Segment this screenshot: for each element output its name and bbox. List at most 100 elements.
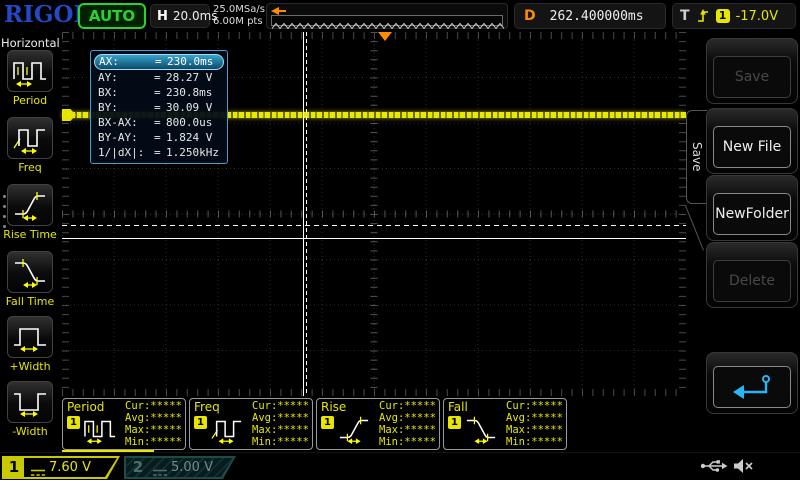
cursor-row-bx: BX: = 230.8ms bbox=[94, 85, 224, 100]
bottom-status-bar: 1 7.60 V 2 5.00 V bbox=[0, 452, 800, 480]
fall-icon bbox=[466, 416, 496, 445]
channel-scale-value: 7.60 V bbox=[49, 460, 91, 475]
memory-depth: 6.00M pts bbox=[213, 16, 263, 27]
acquisition-info: 25.0MSa/s 6.00M pts bbox=[213, 4, 265, 28]
measurement-stats: Cur:***** Avg:***** Max:***** Min:***** bbox=[252, 400, 309, 448]
sidebar-item-label: Freq bbox=[18, 161, 42, 174]
cursor-row-label: AX: bbox=[99, 55, 119, 68]
measurement-panel-freq[interactable]: Freq 1 Cur:***** Avg:***** Max:***** Min:****… bbox=[189, 398, 313, 450]
softkey-menu: Save Save New File NewFolder Delete bbox=[685, 32, 800, 452]
cursor-row-value: 1.824 V bbox=[166, 131, 213, 144]
cursor-row-label: BX-AX: bbox=[98, 116, 138, 129]
nwidth-icon bbox=[14, 393, 46, 417]
measurement-panel-rise[interactable]: Rise 1 Cur:***** Avg:***** Max:***** Min:****… bbox=[316, 398, 440, 450]
sidebar-item--width[interactable] bbox=[7, 316, 53, 358]
measurement-channel-badge: 1 bbox=[67, 416, 80, 429]
pwidth-icon bbox=[14, 328, 46, 352]
menu-tab-divider bbox=[685, 205, 704, 251]
cursor-row-value: 28.27 V bbox=[166, 71, 213, 84]
menu-tab-save: Save bbox=[686, 110, 707, 204]
measurement-panel-fall[interactable]: Fall 1 Cur:***** Avg:***** Max:***** Min:****… bbox=[443, 398, 567, 450]
cursor-row-bxax: BX-AX: = 800.0us bbox=[94, 115, 224, 130]
menu-button-save[interactable]: Save bbox=[713, 56, 791, 98]
cursor-row-label: BX: bbox=[98, 86, 118, 99]
sidebar-item-freq[interactable] bbox=[7, 117, 53, 159]
preview-waveform bbox=[271, 15, 505, 30]
cursor-row-value: 30.09 V bbox=[166, 101, 213, 114]
cursor-row-value: 1.250kHz bbox=[166, 146, 219, 159]
cursor-row-label: AY: bbox=[98, 71, 118, 84]
freq-icon bbox=[13, 129, 45, 154]
menu-button-back[interactable] bbox=[713, 366, 791, 408]
sidebar-item-fall-time[interactable] bbox=[7, 251, 53, 293]
cursor-row-value: 230.8ms bbox=[166, 86, 213, 99]
channel-number: 1 bbox=[4, 458, 24, 477]
softkey-slot: NewFolder bbox=[706, 175, 798, 241]
cursor-row-label: BY: bbox=[98, 101, 118, 114]
cursor-row-dx: 1/|dX|: = 1.250kHz bbox=[98, 146, 219, 159]
cursor-b-horizontal-line[interactable] bbox=[62, 238, 686, 239]
sidebar-item-period[interactable] bbox=[7, 50, 53, 92]
cursor-row-byay: BY-AY: = 1.824 V bbox=[94, 130, 224, 145]
measurement-stats: Cur:***** Avg:***** Max:***** Min:***** bbox=[379, 400, 436, 448]
measurement-name: Fall bbox=[448, 400, 468, 414]
cursor-row-label: BY-AY: bbox=[98, 131, 138, 144]
trigger-level-value: -17.0V bbox=[735, 8, 779, 24]
menu-button-new-file[interactable]: New File bbox=[713, 126, 791, 168]
sidebar-item-rise-time[interactable] bbox=[7, 184, 53, 226]
trigger-position-arrow-icon bbox=[271, 7, 286, 15]
oscilloscope-screen: RIGOL AUTO H 20.0ms 25.0MSa/s 6.00M pts … bbox=[0, 0, 800, 480]
return-arrow-icon bbox=[733, 375, 770, 399]
softkey-slot: New File bbox=[706, 108, 798, 174]
freq-icon bbox=[211, 420, 242, 445]
channel-scale-value: 5.00 V bbox=[171, 460, 213, 475]
channel-1-status[interactable]: 1 7.60 V bbox=[2, 456, 120, 479]
cursor-row-ay: AY: = 28.27 V bbox=[94, 70, 224, 85]
channel-number: 2 bbox=[132, 458, 144, 476]
cursor-a-horizontal-line[interactable] bbox=[62, 225, 686, 226]
menu-button-delete[interactable]: Delete bbox=[713, 260, 791, 302]
rigol-logo: RIGOL bbox=[4, 1, 90, 28]
trigger-position-marker[interactable] bbox=[378, 32, 392, 41]
scroll-indicator-dot bbox=[3, 215, 6, 218]
sidebar-item-label: Period bbox=[12, 94, 48, 107]
waveform-overview-strip[interactable] bbox=[266, 3, 508, 30]
cursor-readout-box: AX: = 230.0ms AY: = 28.27 V BX: = 230.8ms BY: = 30.… bbox=[90, 50, 228, 164]
delay-readout-box[interactable]: D 262.400000ms bbox=[514, 3, 666, 29]
measurement-stats: Cur:***** Avg:***** Max:***** Min:***** bbox=[506, 400, 563, 448]
usb-icon bbox=[700, 460, 728, 472]
menu-button-newfolder[interactable]: NewFolder bbox=[713, 193, 791, 235]
cursor-row-label: 1/|dX|: bbox=[98, 146, 145, 159]
run-state-indicator[interactable]: AUTO bbox=[78, 3, 146, 29]
cursor-a-vertical-line[interactable] bbox=[303, 32, 304, 396]
measurement-row: Period 1 Cur:***** Avg:***** Max:***** Min:**… bbox=[62, 398, 570, 452]
trigger-source-badge: 1 bbox=[715, 9, 730, 23]
trigger-readout-box[interactable]: T 1 -17.0V bbox=[672, 3, 796, 29]
dc-coupling-icon bbox=[31, 469, 45, 476]
cursor-row-by: BY: = 30.09 V bbox=[94, 100, 224, 115]
horizontal-label: H bbox=[157, 8, 168, 24]
horizontal-scale-value: 20.0ms bbox=[172, 9, 218, 23]
sample-rate: 25.0MSa/s bbox=[213, 4, 265, 15]
sidebar-item-label: Fall Time bbox=[5, 295, 55, 308]
scroll-indicator-dot bbox=[3, 205, 6, 208]
measurement-channel-badge: 1 bbox=[194, 416, 207, 429]
softkey-slot bbox=[706, 352, 798, 414]
rise-icon bbox=[339, 416, 369, 445]
cursor-b-vertical-line[interactable] bbox=[306, 32, 307, 396]
cursor-row-ax: AX: = 230.0ms bbox=[94, 54, 224, 70]
sidebar-item--width[interactable] bbox=[7, 381, 53, 423]
measurement-channel-badge: 1 bbox=[448, 416, 461, 429]
measurement-panel-period[interactable]: Period 1 Cur:***** Avg:***** Max:***** Min:**… bbox=[62, 398, 186, 450]
period-icon bbox=[84, 420, 116, 445]
horizontal-scale-box[interactable]: H 20.0ms bbox=[150, 4, 218, 28]
rise-icon bbox=[15, 192, 45, 221]
channel-2-status[interactable]: 2 5.00 V bbox=[124, 456, 236, 479]
top-status-bar: RIGOL AUTO H 20.0ms 25.0MSa/s 6.00M pts … bbox=[0, 0, 800, 32]
speaker-mute-icon bbox=[734, 459, 753, 473]
dc-coupling-icon bbox=[153, 469, 167, 476]
sidebar-item-label: +Width bbox=[9, 360, 51, 373]
softkey-slot: Delete bbox=[706, 242, 798, 308]
cursor-row-value: 800.0us bbox=[166, 116, 213, 129]
period-icon bbox=[13, 62, 46, 87]
